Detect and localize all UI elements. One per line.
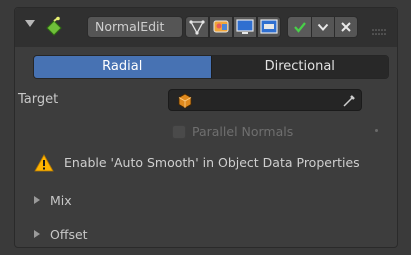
realtime-toggle[interactable] [233,16,257,38]
parallel-normals-checkbox[interactable] [172,125,186,139]
modifier-name-field[interactable]: NormalEdit [87,16,183,38]
collapse-arrow-icon[interactable] [25,20,35,27]
dropdown-icon [317,23,329,31]
edit-mode-icon [189,20,205,35]
warning-icon [34,154,54,172]
remove-modifier-button[interactable] [334,17,357,37]
subpanel-offset-label: Offset [50,226,88,242]
tab-radial[interactable]: Radial [34,56,211,78]
render-toggle[interactable] [257,16,281,38]
subpanel-offset-header[interactable]: Offset [34,225,154,243]
drag-handle-icon[interactable] [372,24,386,35]
subpanel-mix-header[interactable]: Mix [34,191,154,209]
remove-icon [341,22,351,32]
on-cage-toggle[interactable] [209,16,233,38]
apply-icon [293,22,306,33]
modifier-header: NormalEdit [15,8,397,47]
modifier-panel: NormalEdit Radial Directional Target Par… [14,7,398,248]
render-icon [260,19,278,34]
target-label: Target [18,92,59,107]
animate-property-dot-icon[interactable] [375,129,378,132]
edit-mode-toggle[interactable] [185,16,209,38]
apply-button[interactable] [288,17,311,37]
subpanel-mix-label: Mix [50,192,72,208]
parallel-normals-label: Parallel Normals [192,124,294,139]
realtime-icon [236,19,254,34]
normal-edit-modifier-icon [43,16,65,38]
expand-arrow-icon [34,196,40,204]
on-cage-icon [213,20,229,33]
extra-options-dropdown[interactable] [311,17,334,37]
warning-message: Enable 'Auto Smooth' in Object Data Prop… [64,155,360,170]
mode-segmented-control: Radial Directional [33,55,389,79]
tab-directional[interactable]: Directional [210,56,388,78]
target-field[interactable] [168,89,362,111]
apply-button-group [287,16,358,38]
object-icon [177,93,193,109]
eyedropper-icon[interactable] [341,93,357,109]
expand-arrow-icon [34,230,40,238]
